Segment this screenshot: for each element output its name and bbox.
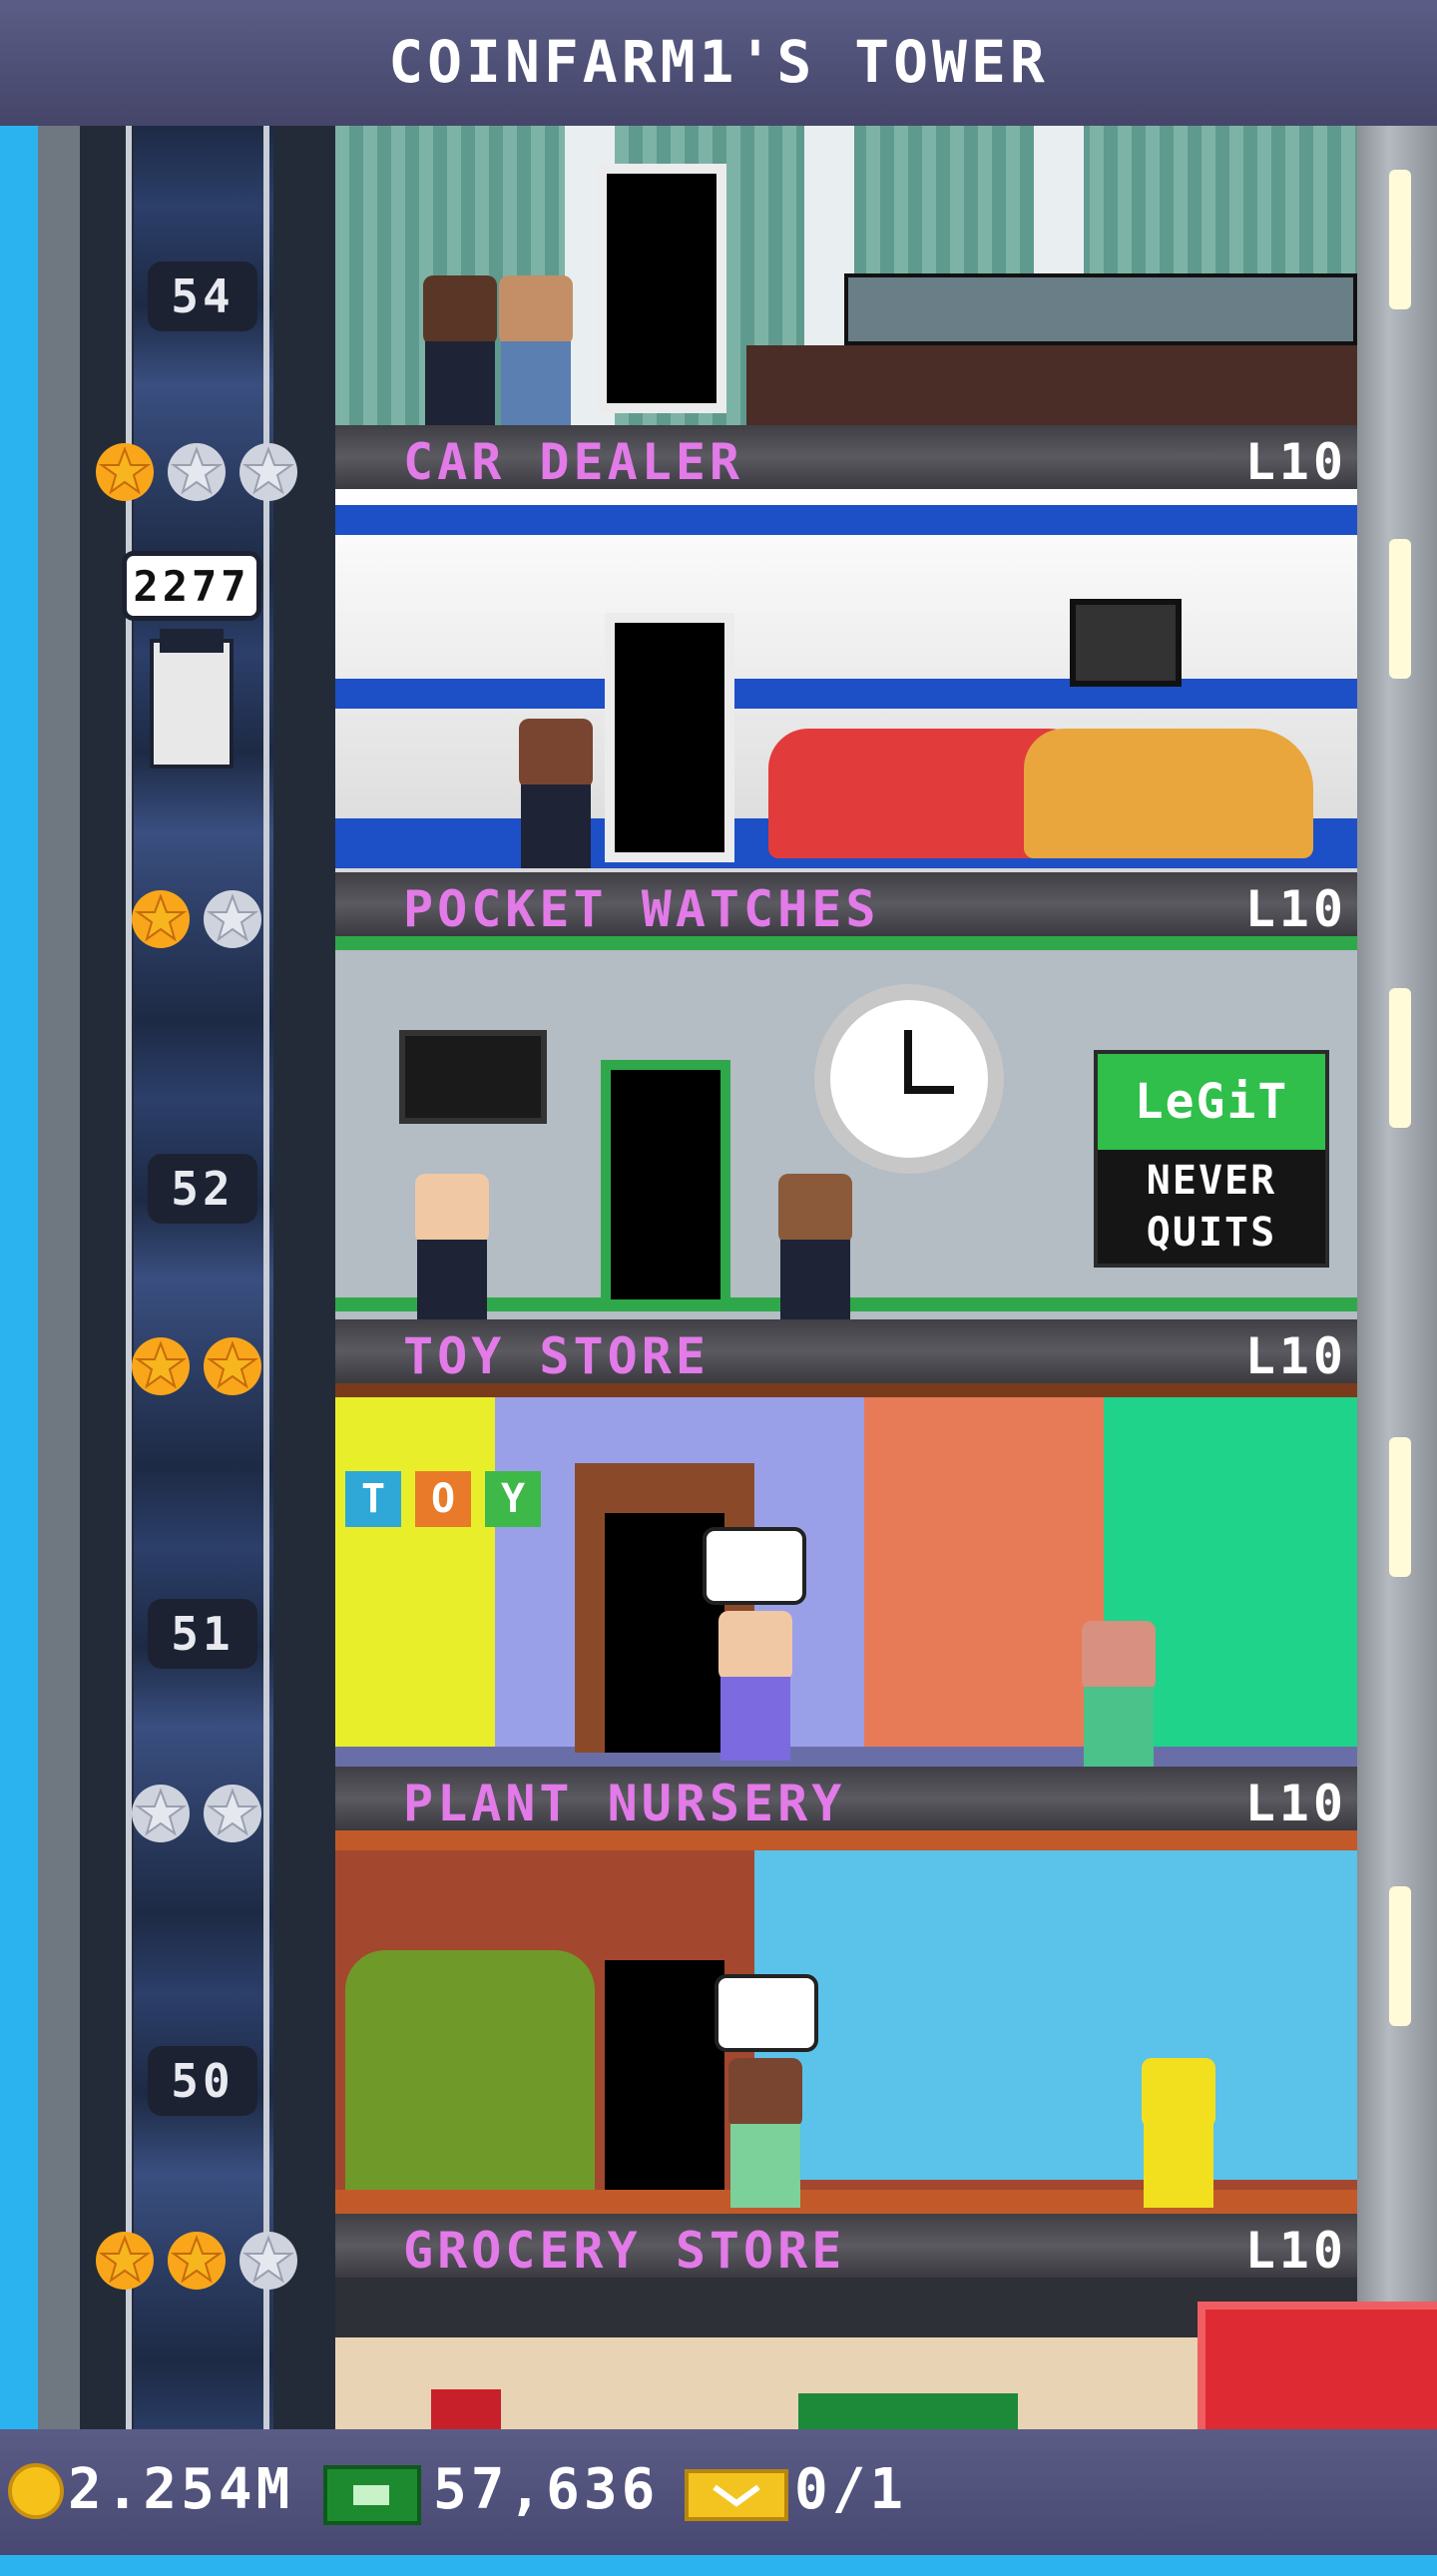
toy-store-interior[interactable]: T O Y: [335, 1383, 1357, 1767]
floor-label-grocery-store[interactable]: GROCERY STORE L10: [335, 2214, 1357, 2280]
employee-hazmat[interactable]: [1134, 2058, 1223, 2208]
grocery-banner: [798, 2393, 1018, 2429]
coin-icon: [8, 2463, 64, 2519]
floor-level: L10: [1244, 1775, 1347, 1832]
pocket-watches-door: [601, 1060, 730, 1309]
floor-level: L10: [1244, 433, 1347, 491]
elevator-request-bubble: 2277: [122, 551, 261, 621]
employee[interactable]: [770, 1174, 860, 1319]
employee[interactable]: [407, 1174, 497, 1319]
wall-light: [1389, 988, 1411, 1128]
floor-name: POCKET WATCHES: [403, 880, 880, 938]
toy-block: T: [345, 1471, 401, 1527]
pocket-watches-interior[interactable]: LeGiT NEVER QUITS: [335, 936, 1357, 1319]
floor-54-interior[interactable]: [335, 126, 1357, 425]
security-guard[interactable]: [491, 275, 581, 425]
floor-level: L10: [1244, 2222, 1347, 2280]
star-gold-icon: [94, 2230, 156, 2292]
star-gold-icon: [166, 2230, 228, 2292]
floor-label-toy-store[interactable]: TOY STORE L10: [335, 1319, 1357, 1385]
star-silver-icon: [202, 1783, 263, 1844]
legit-sign-line2: QUITS: [1146, 1210, 1277, 1256]
toy-block: Y: [485, 1471, 541, 1527]
star-silver-icon: [166, 441, 228, 503]
floor-label-plant-nursery[interactable]: PLANT NURSERY L10: [335, 1767, 1357, 1832]
floor-name: CAR DEALER: [403, 433, 744, 491]
star-gold-icon: [202, 1335, 263, 1397]
sky-strip: [0, 126, 38, 2429]
title-bar: COINFARM1'S TOWER: [0, 0, 1437, 130]
plants-display: [345, 1950, 595, 2190]
plant-nursery-interior[interactable]: [335, 1830, 1357, 2214]
floor-number: 51: [148, 1599, 257, 1669]
speech-bubble[interactable]: [703, 1527, 806, 1605]
employee[interactable]: [1074, 1621, 1164, 1767]
toy-sign: T O Y: [345, 1471, 555, 1531]
elevator-car[interactable]: 2277: [122, 539, 261, 778]
wall-light: [1389, 539, 1411, 679]
yellow-car: [1024, 729, 1313, 858]
star-gold-icon: [130, 1335, 192, 1397]
employee[interactable]: [511, 719, 601, 868]
star-silver-icon: [238, 2230, 299, 2292]
floor-number: 52: [148, 1154, 257, 1224]
wall-light: [1389, 170, 1411, 309]
floor-level: L10: [1244, 1327, 1347, 1385]
floor-level: L10: [1244, 880, 1347, 938]
floor-number: 54: [148, 261, 257, 331]
legit-sign-line1: NEVER: [1146, 1158, 1277, 1204]
floor-54-door: [597, 164, 726, 413]
tv-screen: [1070, 599, 1182, 687]
wall-tv: [399, 1030, 547, 1124]
ticket-icon: [685, 2469, 788, 2521]
wall-light: [1389, 1437, 1411, 1577]
legit-sign-top: LeGiT: [1098, 1054, 1325, 1150]
coins-value: 2.254M: [68, 2457, 294, 2522]
floor-name: PLANT NURSERY: [403, 1775, 846, 1832]
currency-bar: 2.254M 57,636 0/1: [0, 2429, 1437, 2555]
floor-name: TOY STORE: [403, 1327, 710, 1385]
clock-icon: [814, 984, 1004, 1174]
star-gold-icon: [130, 888, 192, 950]
tower-title: COINFARM1'S TOWER: [388, 28, 1049, 96]
bux-icon: [323, 2465, 421, 2525]
tickets-value: 0/1: [794, 2457, 908, 2522]
visitor[interactable]: [711, 1611, 800, 1761]
speech-bubble[interactable]: [715, 1974, 818, 2052]
star-silver-icon: [202, 888, 263, 950]
car-dealer-door: [605, 613, 734, 862]
floor-label-pocket-watches[interactable]: POCKET WATCHES L10: [335, 872, 1357, 938]
grocery-sign: [431, 2389, 501, 2429]
toy-block: O: [415, 1471, 471, 1527]
star-silver-icon: [238, 441, 299, 503]
visitor[interactable]: [720, 2058, 810, 2208]
floor-label-car-dealer[interactable]: CAR DEALER L10: [335, 425, 1357, 491]
legit-sign: LeGiT NEVER QUITS: [1094, 1050, 1329, 1268]
wall-light: [1389, 1886, 1411, 2026]
elevator-operator: [150, 629, 234, 769]
right-wall: [1357, 126, 1437, 2429]
bux-value: 57,636: [433, 2457, 660, 2522]
car-dealer-interior[interactable]: [335, 489, 1357, 872]
floor-number: 50: [148, 2046, 257, 2116]
star-silver-icon: [130, 1783, 192, 1844]
star-gold-icon: [94, 441, 156, 503]
plant-nursery-door: [605, 1960, 724, 2190]
floor-name: GROCERY STORE: [403, 2222, 846, 2280]
